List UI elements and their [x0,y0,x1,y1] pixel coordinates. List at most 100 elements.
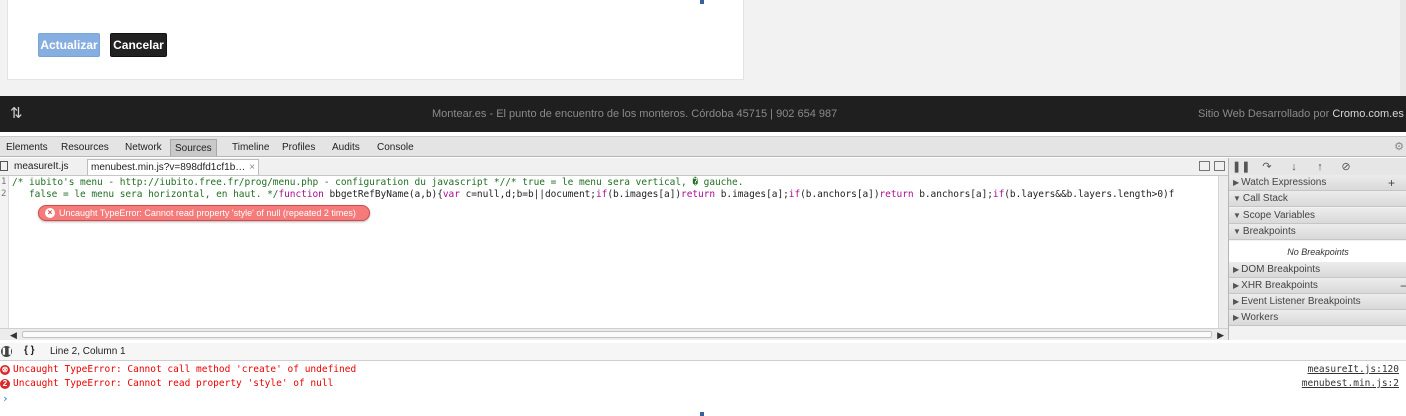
cancel-button[interactable]: Cancelar [110,33,167,57]
scroll-marker [700,412,704,416]
line-number[interactable]: 1 [1,177,6,187]
sort-arrows-icon[interactable]: ⇅ [10,104,28,124]
code-keyword: var [442,189,460,200]
deactivate-breakpoints-icon[interactable]: ⊘ [1337,160,1355,174]
pane-label: Call Stack [1242,193,1288,204]
pane-label: DOM Breakpoints [1241,264,1321,275]
scroll-left-icon[interactable]: ◀ [10,330,17,341]
pretty-print-icon[interactable]: { } [24,345,35,356]
error-icon: ⊗ [0,365,10,375]
show-debugger-icon[interactable] [1199,161,1210,171]
code-text: (b.images[a]) [607,189,682,200]
code-text: (b.anchors[a]) [800,189,880,200]
footer-credit-prefix: Sitio Web Desarrollado por [1198,108,1333,120]
pane-scope-variables[interactable]: ▼ Scope Variables [1229,208,1406,224]
add-watch-icon[interactable]: + [1388,175,1395,191]
console-prompt[interactable]: › [2,392,9,405]
step-out-icon[interactable]: ↑ [1311,160,1329,174]
console-source-link[interactable]: menubest.min.js:2 [1302,377,1399,391]
tab-resources[interactable]: Resources [57,139,113,156]
code-line-2: false = le menu sera horizontal, en haut… [12,189,1174,200]
debugger-sidebar: ❚❚ ↷ ↓ ↑ ⊘ ▶ Watch Expressions + ▼ Call Sta… [1228,158,1406,340]
pane-dom-breakpoints[interactable]: ▶ DOM Breakpoints [1229,262,1406,278]
file-tab-measureit[interactable]: measureIt.js [11,159,71,175]
update-button[interactable]: Actualizar [38,33,100,57]
footer-credit-link[interactable]: Cromo.com.es [1332,108,1404,120]
code-keyword: return [681,189,716,200]
form-card: Actualizar Cancelar [7,0,744,80]
page-background: Actualizar Cancelar [0,0,1406,96]
step-into-icon[interactable]: ↓ [1285,160,1303,174]
debugger-toolbar: ❚❚ ↷ ↓ ↑ ⊘ [1229,158,1406,176]
editor-status-bar: ❚❚ { } Line 2, Column 1 [0,343,1406,361]
code-text: c=null,d;b=b||document; [459,189,596,200]
error-icon: × [45,208,55,218]
tab-console[interactable]: Console [373,139,418,156]
pane-label: Workers [1241,312,1279,323]
tab-timeline[interactable]: Timeline [228,139,273,156]
code-keyword: if [788,189,801,200]
code-keyword: function [278,189,324,200]
step-over-icon[interactable]: ↷ [1258,160,1276,174]
source-file-tabs: measureIt.js menubest.min.js?v=898dfd1cf… [0,158,1228,176]
add-xhr-breakpoint-icon[interactable]: − [1400,278,1406,294]
pause-on-exceptions-icon[interactable]: ❚❚ [1,346,13,357]
screen: Actualizar Cancelar ⇅ Montear.es - El pu… [0,0,1406,416]
expand-triangle-icon: ▶ [1233,313,1240,322]
code-text: b.anchors[a]; [913,189,993,200]
pause-icon[interactable]: ❚❚ [1232,160,1250,174]
devtools-tabbar: Elements Resources Network Sources Timel… [0,136,1406,157]
pane-label: Scope Variables [1242,210,1316,221]
pane-label: Event Listener Breakpoints [1241,296,1361,307]
expand-triangle-icon: ▼ [1233,227,1241,236]
gear-icon[interactable]: ⚙ [1394,140,1404,153]
pane-label: XHR Breakpoints [1241,280,1318,291]
scrollbar-thumb[interactable] [22,331,1212,338]
pane-xhr-breakpoints[interactable]: ▶ XHR Breakpoints − [1229,278,1406,294]
console-message: ⊗ Uncaught TypeError: Cannot call method… [0,363,1406,377]
code-line-1: /* iubito's menu - http://iubito.free.fr… [12,177,743,188]
pane-breakpoints[interactable]: ▼ Breakpoints [1229,224,1406,240]
code-keyword: if [992,189,1005,200]
split-panel-icon[interactable] [1214,161,1225,171]
inline-error-bubble[interactable]: × Uncaught TypeError: Cannot read proper… [38,205,370,221]
pane-workers[interactable]: ▶ Workers [1229,310,1406,326]
tab-network[interactable]: Network [121,139,166,156]
tab-profiles[interactable]: Profiles [278,139,319,156]
scroll-marker [700,0,704,4]
code-text: (b.layers&&b.layers.length>0)f [1004,189,1175,200]
expand-triangle-icon: ▶ [1233,265,1240,274]
console-drawer: ⊗ Uncaught TypeError: Cannot call method… [0,362,1406,416]
tab-elements[interactable]: Elements [2,139,52,156]
code-text: b.images[a]; [715,189,789,200]
line-number[interactable]: 2 [1,189,6,199]
site-footer: ⇅ Montear.es - El punto de encuentro de … [0,96,1406,132]
code-keyword: return [879,189,914,200]
expand-triangle-icon: ▶ [1233,281,1240,290]
editor-vertical-scrollbar[interactable] [1218,176,1228,328]
code-comment: /* iubito's menu - http://iubito.free.fr… [12,177,744,188]
file-tab-menubest[interactable]: menubest.min.js?v=898dfd1cf1b… × [87,159,260,175]
code-editor[interactable]: 1 2 /* iubito's menu - http://iubito.fre… [0,176,1218,328]
console-source-link[interactable]: measureIt.js:120 [1307,363,1399,377]
pane-event-listener-breakpoints[interactable]: ▶ Event Listener Breakpoints [1229,294,1406,310]
pane-watch-expressions[interactable]: ▶ Watch Expressions + [1229,175,1406,191]
pane-label: Watch Expressions [1241,177,1327,188]
pane-label: Breakpoints [1242,226,1296,237]
expand-triangle-icon: ▶ [1233,178,1240,187]
error-count-badge: 2 [0,379,10,389]
code-keyword: if [595,189,608,200]
line-gutter: 1 2 [0,176,9,328]
page-scrollbar[interactable] [1400,0,1406,96]
scroll-right-icon[interactable]: ▶ [1217,330,1224,341]
editor-horizontal-scrollbar[interactable]: ◀ ▶ [0,328,1228,340]
cursor-position: Line 2, Column 1 [50,346,126,357]
file-tab-label: measureIt.js [14,161,69,172]
close-icon[interactable]: × [249,162,255,173]
expand-triangle-icon: ▼ [1233,211,1241,220]
tab-sources[interactable]: Sources [170,139,217,156]
tab-audits[interactable]: Audits [328,139,364,156]
navigator-toggle-icon[interactable] [0,161,8,171]
no-breakpoints-text: No Breakpoints [1229,241,1406,263]
pane-call-stack[interactable]: ▼ Call Stack [1229,191,1406,207]
